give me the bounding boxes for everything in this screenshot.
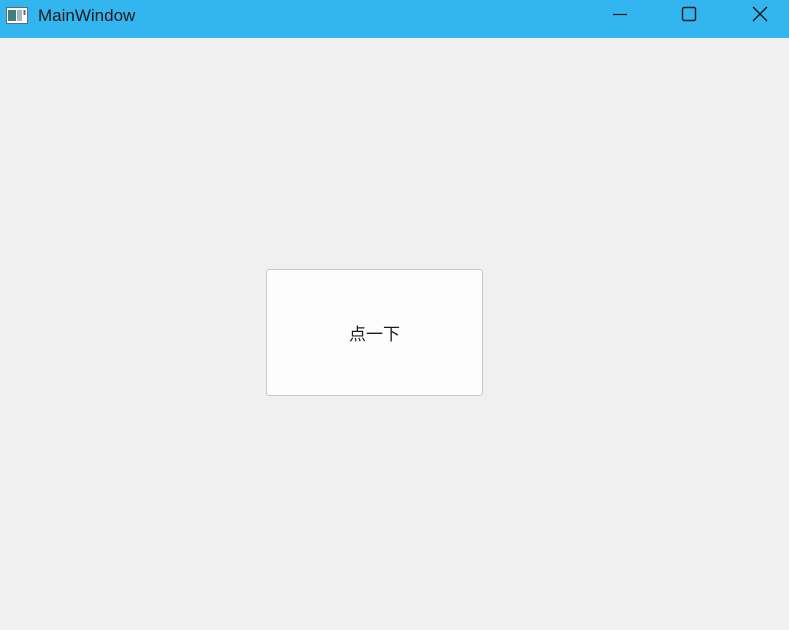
close-button[interactable] [737,0,783,32]
window-title: MainWindow [38,6,136,25]
click-me-button[interactable]: 点一下 [266,269,483,396]
close-icon [751,5,769,27]
minimize-icon [612,6,628,26]
maximize-button[interactable] [666,0,712,32]
client-area: 点一下 [0,38,789,630]
main-window: MainWindow 点一下 [0,0,789,630]
maximize-icon [681,6,697,26]
minimize-button[interactable] [597,0,643,32]
app-window-icon [6,7,28,24]
title-bar[interactable]: MainWindow [0,0,789,38]
